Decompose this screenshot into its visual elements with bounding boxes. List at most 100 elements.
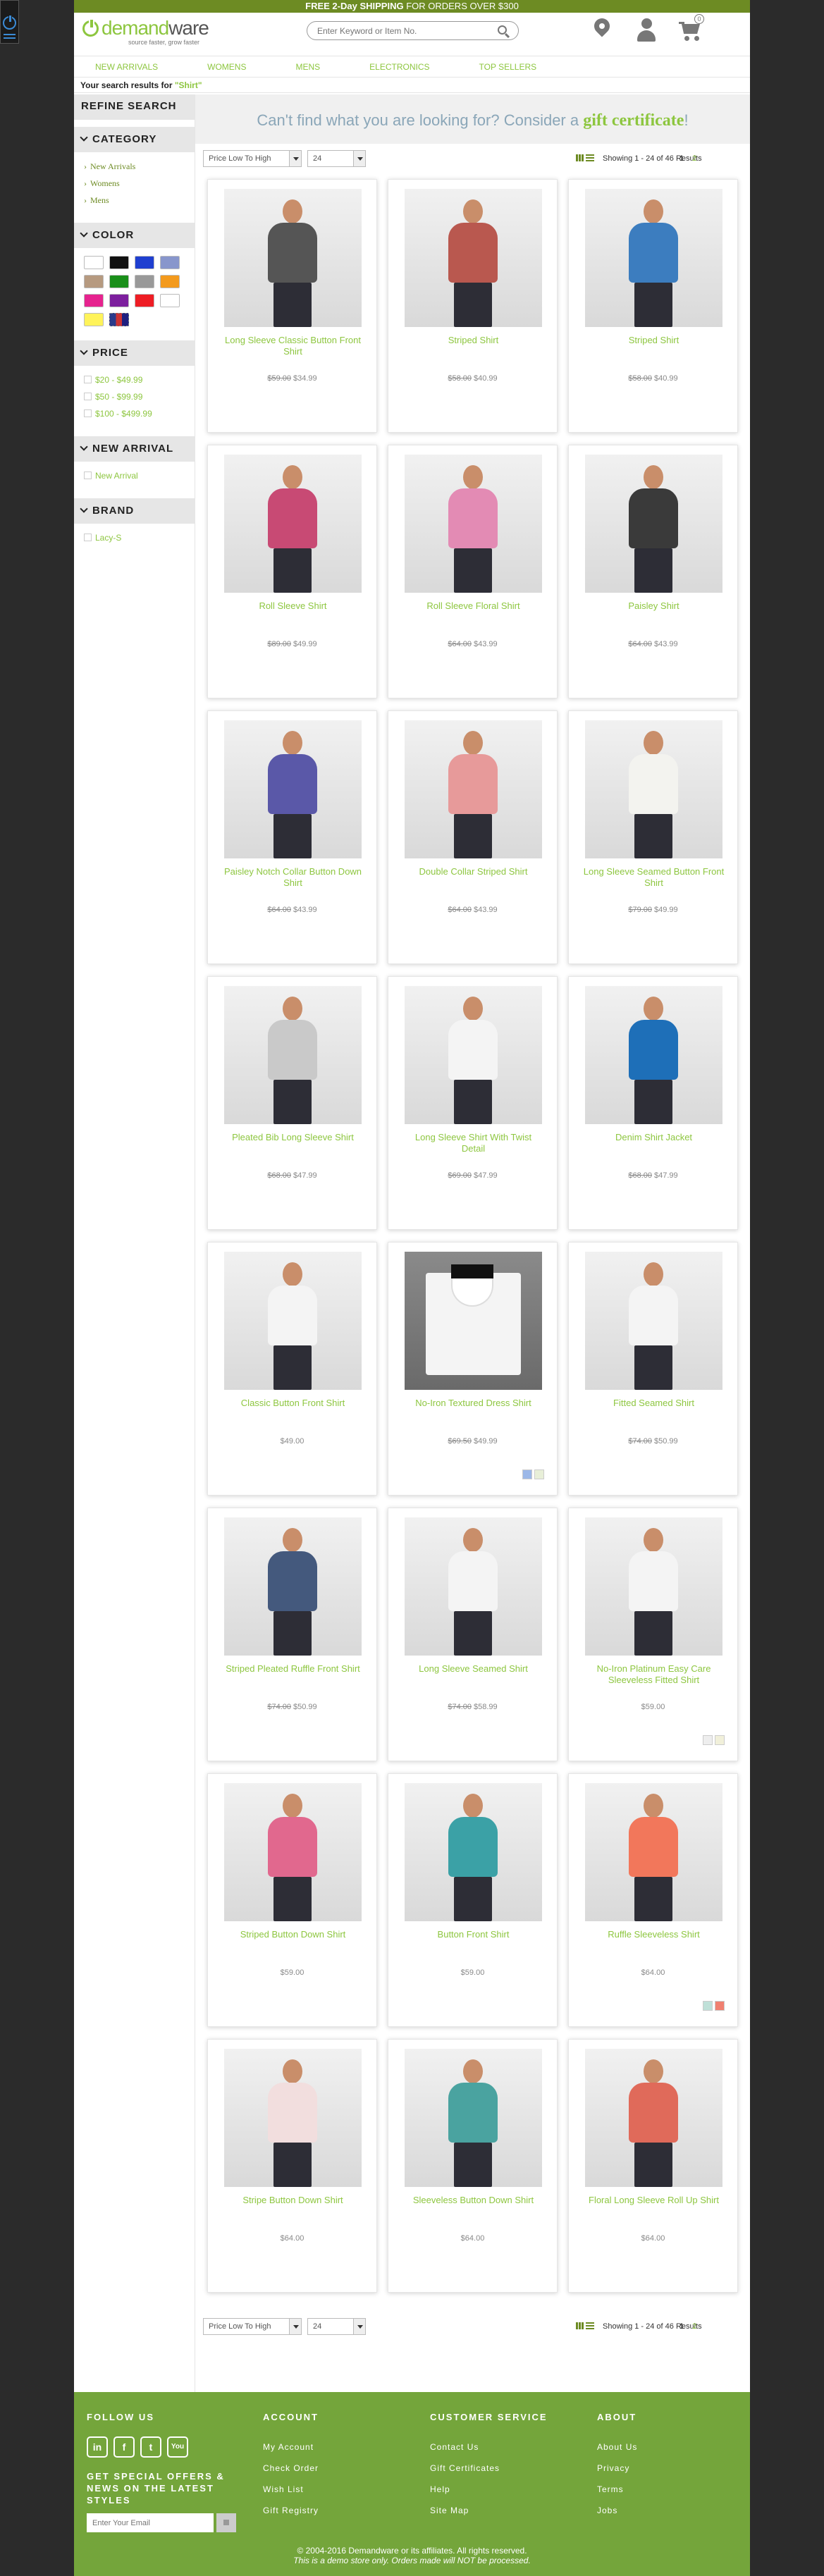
product-name[interactable]: Long Sleeve Shirt With Twist Detail xyxy=(402,1132,544,1154)
product-tile[interactable]: Long Sleeve Shirt With Twist Detail $69.0… xyxy=(388,976,558,1230)
product-name[interactable]: Floral Long Sleeve Roll Up Shirt xyxy=(583,2195,725,2206)
product-tile[interactable]: Button Front Shirt $59.00 xyxy=(388,1773,558,2027)
search-icon[interactable] xyxy=(498,25,507,35)
product-name[interactable]: Striped Pleated Ruffle Front Shirt xyxy=(222,1663,364,1675)
user-icon[interactable] xyxy=(636,18,657,42)
product-image[interactable] xyxy=(585,1252,722,1390)
product-image[interactable] xyxy=(405,1783,542,1921)
product-image[interactable] xyxy=(224,2049,362,2187)
product-tile[interactable]: Roll Sleeve Floral Shirt $64.00 $43.99 xyxy=(388,445,558,698)
product-image[interactable] xyxy=(585,720,722,858)
facet-new-arrival-header[interactable]: NEW ARRIVAL xyxy=(74,436,195,462)
side-widget[interactable] xyxy=(0,0,19,44)
product-tile[interactable]: Pleated Bib Long Sleeve Shirt $68.00 $47.9… xyxy=(207,976,377,1230)
facet-category-header[interactable]: CATEGORY xyxy=(74,127,195,152)
product-name[interactable]: Striped Shirt xyxy=(583,335,725,346)
grid-view-icon[interactable] xyxy=(576,2322,584,2329)
footer-link[interactable]: Terms xyxy=(597,2479,637,2500)
product-image[interactable] xyxy=(405,1252,542,1390)
product-image[interactable] xyxy=(224,1252,362,1390)
product-name[interactable]: Stripe Button Down Shirt xyxy=(222,2195,364,2206)
list-view-icon[interactable] xyxy=(586,2322,594,2329)
color-swatch[interactable] xyxy=(84,256,104,269)
nav-womens[interactable]: WOMENS xyxy=(207,56,246,77)
product-name[interactable]: Paisley Notch Collar Button Down Shirt xyxy=(222,866,364,889)
product-tile[interactable]: Striped Shirt $58.00 $40.99 xyxy=(388,179,558,433)
product-tile[interactable]: Double Collar Striped Shirt $64.00 $43.99 xyxy=(388,710,558,964)
price-option[interactable]: $100 - $499.99 xyxy=(84,405,195,422)
product-name[interactable]: Roll Sleeve Shirt xyxy=(222,600,364,612)
product-tile[interactable]: Classic Button Front Shirt $49.00 xyxy=(207,1242,377,1496)
product-swatch[interactable] xyxy=(703,2001,713,2011)
product-image[interactable] xyxy=(405,189,542,327)
footer-link[interactable]: Gift Registry xyxy=(263,2500,319,2521)
product-name[interactable]: Button Front Shirt xyxy=(402,1929,544,1940)
product-name[interactable]: Classic Button Front Shirt xyxy=(222,1398,364,1409)
color-swatch[interactable] xyxy=(135,294,154,307)
gift-certificate-link[interactable]: gift certificate xyxy=(583,111,684,130)
product-image[interactable] xyxy=(585,455,722,593)
color-swatch[interactable] xyxy=(160,294,180,307)
product-image[interactable] xyxy=(585,1517,722,1656)
color-swatch[interactable] xyxy=(109,256,129,269)
price-option[interactable]: $50 - $99.99 xyxy=(84,388,195,405)
product-tile[interactable]: Long Sleeve Seamed Shirt $74.00 $58.99 xyxy=(388,1508,558,1761)
product-tile[interactable]: Stripe Button Down Shirt $64.00 xyxy=(207,2039,377,2293)
product-name[interactable]: Long Sleeve Classic Button Front Shirt xyxy=(222,335,364,357)
sort-select[interactable]: Price Low To High xyxy=(203,2318,302,2335)
sort-select[interactable]: Price Low To High xyxy=(203,150,302,167)
color-swatch[interactable] xyxy=(109,275,129,288)
color-swatch[interactable] xyxy=(84,294,104,307)
footer-link[interactable]: My Account xyxy=(263,2436,319,2458)
product-image[interactable] xyxy=(224,189,362,327)
store-locator-icon[interactable] xyxy=(591,15,613,42)
product-tile[interactable]: No-Iron Textured Dress Shirt $69.50 $49.99 xyxy=(388,1242,558,1496)
product-tile[interactable]: Long Sleeve Classic Button Front Shirt $5… xyxy=(207,179,377,433)
product-name[interactable]: Fitted Seamed Shirt xyxy=(583,1398,725,1409)
footer-link[interactable]: Jobs xyxy=(597,2500,637,2521)
nav-mens[interactable]: MENS xyxy=(295,56,320,77)
youtube-icon[interactable]: You xyxy=(167,2436,188,2458)
list-view-icon[interactable] xyxy=(586,154,594,161)
product-name[interactable]: Ruffle Sleeveless Shirt xyxy=(583,1929,725,1940)
footer-link[interactable]: Contact Us xyxy=(430,2436,548,2458)
footer-link[interactable]: Site Map xyxy=(430,2500,548,2521)
page-next-link[interactable]: 2 xyxy=(692,2322,696,2331)
product-swatch[interactable] xyxy=(703,1735,713,1745)
product-tile[interactable]: Paisley Shirt $64.00 $43.99 xyxy=(568,445,738,698)
product-image[interactable] xyxy=(585,2049,722,2187)
product-name[interactable]: Paisley Shirt xyxy=(583,600,725,612)
product-image[interactable] xyxy=(405,2049,542,2187)
product-tile[interactable]: Paisley Notch Collar Button Down Shirt $6… xyxy=(207,710,377,964)
product-image[interactable] xyxy=(405,455,542,593)
product-tile[interactable]: Denim Shirt Jacket $68.00 $47.99 xyxy=(568,976,738,1230)
footer-link[interactable]: Wish List xyxy=(263,2479,319,2500)
product-swatch[interactable] xyxy=(715,1735,725,1745)
price-option[interactable]: $20 - $49.99 xyxy=(84,371,195,388)
product-image[interactable] xyxy=(224,1783,362,1921)
product-tile[interactable]: No-Iron Platinum Easy Care Sleeveless Fi… xyxy=(568,1508,738,1761)
nav-electronics[interactable]: ELECTRONICS xyxy=(369,56,429,77)
product-swatch[interactable] xyxy=(522,1469,532,1479)
product-image[interactable] xyxy=(224,1517,362,1656)
footer-link[interactable]: Privacy xyxy=(597,2458,637,2479)
product-name[interactable]: Double Collar Striped Shirt xyxy=(402,866,544,877)
product-name[interactable]: Long Sleeve Seamed Shirt xyxy=(402,1663,544,1675)
footer-link[interactable]: Check Order xyxy=(263,2458,319,2479)
product-tile[interactable]: Sleeveless Button Down Shirt $64.00 xyxy=(388,2039,558,2293)
email-field[interactable] xyxy=(87,2513,214,2532)
product-name[interactable]: Denim Shirt Jacket xyxy=(583,1132,725,1143)
color-swatch[interactable] xyxy=(109,294,129,307)
product-image[interactable] xyxy=(224,720,362,858)
color-swatch[interactable] xyxy=(160,275,180,288)
product-image[interactable] xyxy=(585,1783,722,1921)
product-image[interactable] xyxy=(585,189,722,327)
product-tile[interactable]: Fitted Seamed Shirt $74.00 $50.99 xyxy=(568,1242,738,1496)
logo[interactable]: demandware source faster, grow faster xyxy=(82,18,209,46)
product-name[interactable]: Pleated Bib Long Sleeve Shirt xyxy=(222,1132,364,1143)
product-tile[interactable]: Long Sleeve Seamed Button Front Shirt $79… xyxy=(568,710,738,964)
footer-link[interactable]: Gift Certificates xyxy=(430,2458,548,2479)
color-swatch[interactable] xyxy=(84,275,104,288)
facet-brand-header[interactable]: BRAND xyxy=(74,498,195,524)
color-swatch[interactable] xyxy=(84,313,104,326)
